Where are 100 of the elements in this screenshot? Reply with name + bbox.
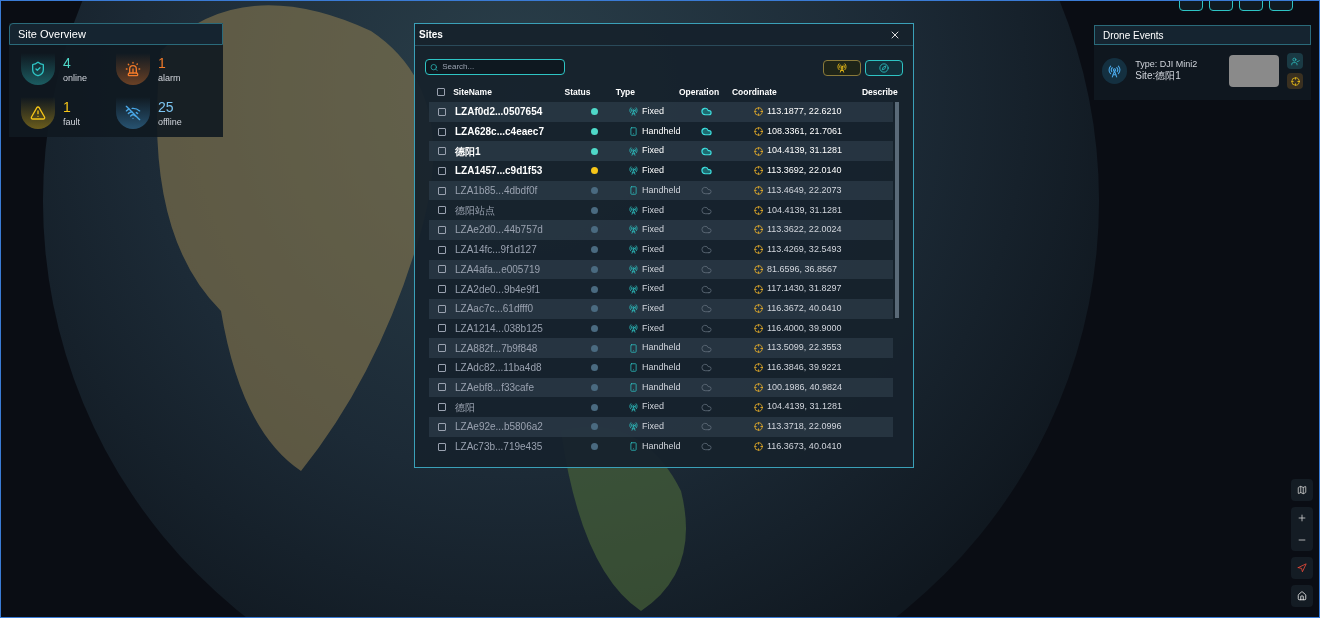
- search-field[interactable]: Search...: [425, 59, 565, 75]
- row-checkbox[interactable]: [438, 285, 446, 294]
- signal-off-icon: [116, 97, 150, 129]
- row-checkbox[interactable]: [438, 186, 446, 195]
- location-icon: [754, 205, 763, 215]
- site-name: LZAc73b...719e435: [455, 440, 544, 455]
- shield-icon: [21, 53, 55, 85]
- site-name: LZA4afa...e005719: [455, 262, 542, 277]
- coordinate: 113.3718, 22.0996: [767, 420, 842, 434]
- row-checkbox[interactable]: [438, 245, 446, 254]
- coordinate: 81.6596, 36.8567: [767, 262, 838, 276]
- compass-button[interactable]: [1291, 557, 1313, 579]
- site-type: Handheld: [642, 380, 681, 394]
- search-input[interactable]: Search...: [442, 61, 560, 73]
- site-name: LZA1457...c9d1f53: [455, 164, 544, 179]
- column-header: Operation: [678, 85, 721, 99]
- site-name: LZA1214...038b125: [455, 321, 544, 336]
- site-name: 德阳: [455, 400, 476, 415]
- siren-icon: [116, 53, 150, 85]
- coordinate: 113.3622, 22.0024: [767, 223, 842, 237]
- stat-value: 25: [158, 99, 175, 114]
- row-checkbox[interactable]: [438, 422, 446, 431]
- antenna-button[interactable]: [823, 60, 861, 76]
- site-type: Fixed: [642, 242, 664, 256]
- coordinate: 104.4139, 31.1281: [767, 400, 843, 414]
- coordinate: 104.4139, 31.1281: [767, 144, 843, 158]
- row-checkbox[interactable]: [438, 265, 446, 274]
- cloud-icon[interactable]: [701, 165, 712, 177]
- site-type: Fixed: [642, 164, 664, 178]
- user-check-icon: [1290, 56, 1300, 66]
- row-checkbox[interactable]: [438, 147, 446, 156]
- site-name: LZAac7c...61dfff0: [455, 302, 535, 317]
- site-name: 德阳站点: [455, 203, 496, 218]
- cloud-icon[interactable]: [701, 145, 712, 157]
- phone-icon: [629, 442, 638, 452]
- location-icon: [754, 402, 763, 412]
- location-icon: [754, 107, 763, 117]
- stat-label: alarm: [158, 73, 181, 83]
- site-type: Fixed: [642, 321, 664, 335]
- user-check-button[interactable]: [1287, 53, 1303, 69]
- drone-site: Site:德阳1: [1135, 70, 1182, 83]
- site-name: LZA2de0...9b4e9f1: [455, 282, 542, 297]
- home-icon: [1297, 591, 1307, 601]
- compass-button[interactable]: [865, 60, 903, 76]
- stat-value: 1: [158, 55, 167, 70]
- location-icon: [754, 166, 763, 176]
- phone-icon: [629, 382, 638, 392]
- stat-label: online: [63, 73, 88, 83]
- site-type: Fixed: [642, 223, 664, 237]
- row-checkbox[interactable]: [438, 383, 446, 392]
- dialog-title: Sites: [419, 28, 443, 42]
- row-checkbox[interactable]: [438, 206, 446, 215]
- stat-label: offline: [158, 117, 182, 127]
- stat-label: fault: [63, 117, 80, 127]
- location-icon: [754, 284, 763, 294]
- site-type: Fixed: [642, 144, 664, 158]
- site-type: Fixed: [642, 262, 664, 276]
- location-icon: [754, 363, 763, 373]
- site-name: LZA1b85...4dbdf0f: [455, 184, 539, 199]
- antenna-icon: [1102, 58, 1128, 84]
- row-checkbox[interactable]: [438, 166, 446, 175]
- coordinate: 116.4000, 39.9000: [767, 321, 842, 335]
- drone-type: Type: DJI Mini2: [1135, 59, 1199, 71]
- coordinate: 113.4269, 32.5493: [767, 242, 842, 256]
- row-checkbox[interactable]: [438, 127, 446, 136]
- row-checkbox[interactable]: [438, 344, 446, 353]
- stat-value: 1: [63, 99, 72, 114]
- tower-icon: [629, 422, 638, 432]
- site-name: LZAdc82...11ba4d8: [455, 361, 543, 376]
- select-all-checkbox[interactable]: [437, 88, 446, 96]
- warning-icon: [21, 97, 55, 129]
- row-checkbox[interactable]: [438, 324, 446, 333]
- phone-icon: [629, 343, 638, 353]
- tower-icon: [629, 146, 638, 156]
- row-checkbox[interactable]: [438, 363, 446, 372]
- home-button[interactable]: [1291, 585, 1313, 607]
- scrollbar[interactable]: [895, 102, 899, 318]
- column-header: SiteName: [453, 85, 493, 99]
- cloud-icon[interactable]: [701, 126, 712, 138]
- location-icon: [754, 304, 763, 314]
- map-button[interactable]: [1291, 479, 1313, 501]
- row-checkbox[interactable]: [438, 107, 446, 116]
- tower-icon: [629, 225, 638, 235]
- locate-button[interactable]: [1287, 73, 1303, 89]
- location-icon: [754, 245, 763, 255]
- site-type: Fixed: [642, 301, 664, 315]
- tower-icon: [629, 304, 638, 314]
- phone-icon: [629, 186, 638, 196]
- site-name: LZA882f...7b9f848: [455, 341, 539, 356]
- row-checkbox[interactable]: [438, 403, 446, 412]
- tower-icon: [629, 205, 638, 215]
- site-name: LZAf0d2...0507654: [455, 105, 544, 120]
- location-icon: [754, 225, 763, 235]
- row-checkbox[interactable]: [438, 225, 446, 234]
- compass-icon: [879, 63, 889, 73]
- coordinate: 108.3361, 21.7061: [767, 124, 843, 138]
- cloud-icon[interactable]: [701, 106, 712, 118]
- row-checkbox[interactable]: [438, 304, 446, 313]
- row-checkbox[interactable]: [438, 442, 446, 451]
- site-name: 德阳1: [455, 144, 482, 159]
